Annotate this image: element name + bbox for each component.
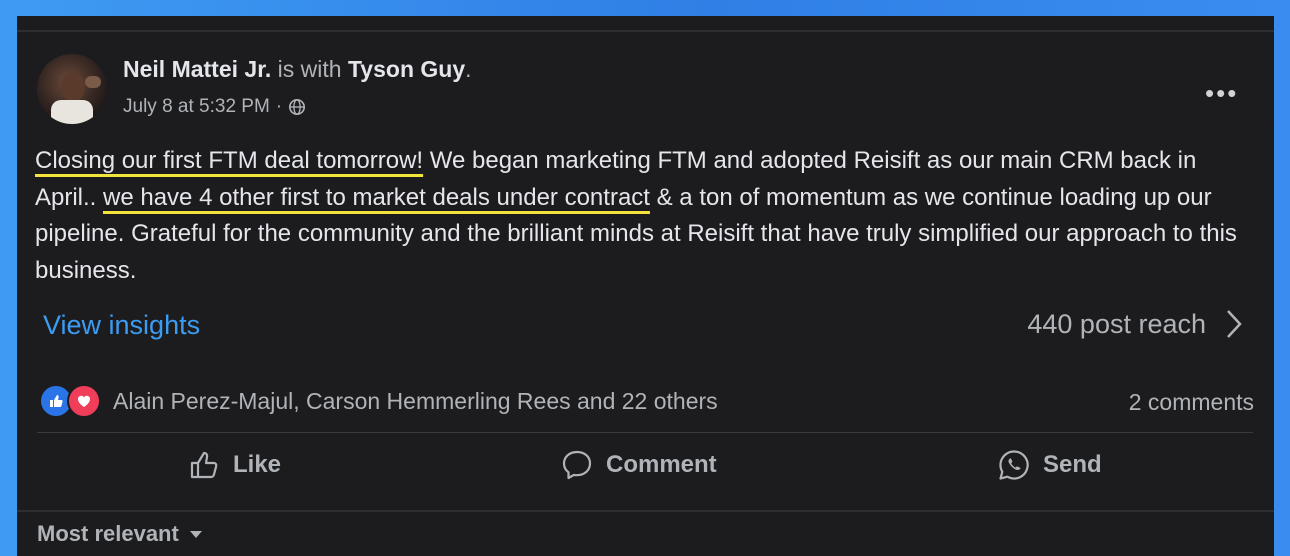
love-reaction-icon	[67, 384, 101, 418]
highlighted-text: we have 4 other first to market deals un…	[103, 183, 650, 211]
avatar[interactable]	[37, 54, 107, 124]
avatar-hand	[85, 76, 101, 88]
tagged-name[interactable]: Tyson Guy	[348, 56, 465, 82]
comments-count[interactable]: 2 comments	[1129, 389, 1254, 416]
whatsapp-icon	[999, 450, 1029, 480]
post-reach-label: 440 post reach	[1027, 308, 1206, 339]
post-card: Neil Mattei Jr. is with Tyson Guy. July …	[17, 16, 1274, 556]
reactors-text[interactable]: Alain Perez-Majul, Carson Hemmerling Ree…	[113, 388, 718, 415]
highlighted-text: Closing our first FTM deal tomorrow!	[35, 147, 424, 174]
comment-button[interactable]: Comment	[560, 448, 717, 482]
chevron-right-icon	[1227, 310, 1242, 338]
avatar-shirt	[51, 100, 93, 124]
divider	[17, 510, 1274, 512]
comment-icon	[562, 450, 592, 480]
title-period: .	[465, 56, 472, 82]
globe-icon[interactable]	[288, 98, 306, 116]
with-text: is with	[277, 56, 342, 82]
post-meta: July 8 at 5:32 PM ·	[123, 96, 306, 118]
send-label: Send	[1043, 451, 1102, 478]
avatar-face	[61, 72, 85, 102]
comment-sort-dropdown[interactable]: Most relevant	[37, 521, 203, 547]
author-name[interactable]: Neil Mattei Jr.	[123, 56, 271, 82]
like-button[interactable]: Like	[187, 448, 281, 482]
post-header-title: Neil Mattei Jr. is with Tyson Guy.	[123, 56, 472, 83]
divider	[37, 432, 1253, 433]
comment-label: Comment	[606, 451, 717, 478]
post-timestamp[interactable]: July 8 at 5:32 PM	[123, 96, 270, 118]
thumbs-up-icon	[190, 451, 218, 479]
action-bar: Like Comment Send	[17, 448, 1274, 496]
view-insights-link[interactable]: View insights	[43, 310, 200, 341]
send-button[interactable]: Send	[997, 448, 1102, 482]
post-body: Closing our first FTM deal tomorrow! We …	[35, 143, 1245, 289]
meta-separator: ·	[275, 96, 283, 117]
like-label: Like	[233, 451, 282, 478]
reactions-summary[interactable]: Alain Perez-Majul, Carson Hemmerling Ree…	[39, 384, 718, 418]
more-options-button[interactable]: •••	[1205, 78, 1238, 109]
caret-down-icon	[189, 531, 202, 538]
comment-sort-label: Most relevant	[37, 521, 179, 546]
post-reach-link[interactable]: 440 post reach	[1027, 308, 1244, 340]
divider	[17, 30, 1274, 32]
